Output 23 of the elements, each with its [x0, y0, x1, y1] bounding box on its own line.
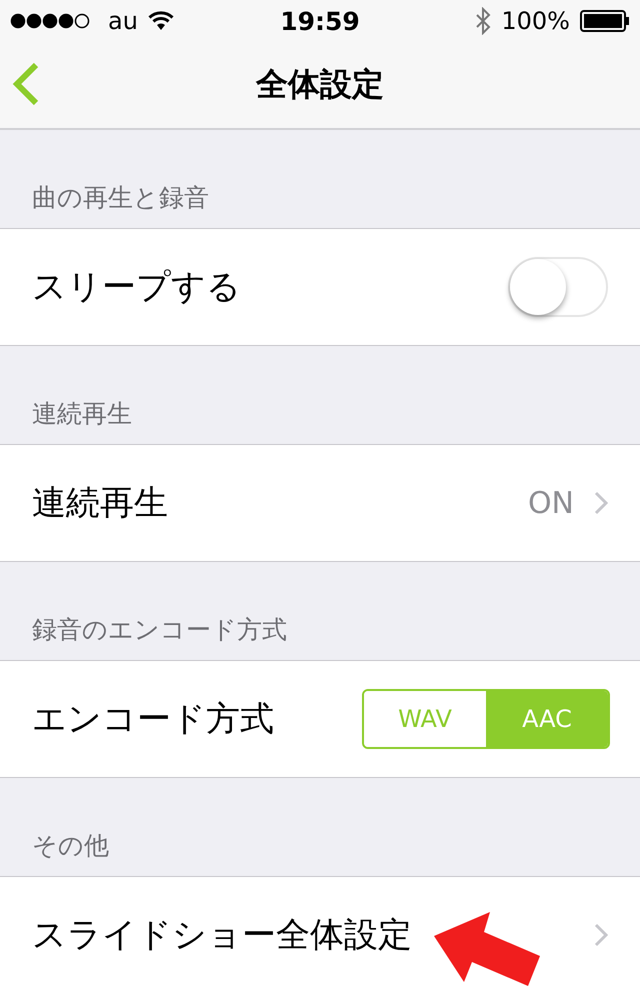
toggle-switch[interactable]	[508, 257, 608, 317]
row-label: スリープする	[32, 266, 241, 309]
settings-row[interactable]: スライドショー全体設定	[0, 876, 640, 992]
wifi-icon	[148, 11, 174, 31]
section-header: 曲の再生と録音	[32, 182, 209, 214]
battery-percent: 100%	[501, 7, 570, 35]
settings-row[interactable]: 連続再生 ON	[0, 444, 640, 562]
screen-title: 全体設定	[256, 64, 384, 105]
carrier-name: au	[108, 7, 138, 35]
section-header: 連続再生	[32, 398, 132, 430]
bluetooth-icon	[475, 7, 492, 35]
status-time: 19:59	[280, 6, 360, 36]
chevron-icon	[594, 923, 608, 947]
chevron-icon	[594, 491, 608, 515]
section-header: その他	[32, 830, 109, 862]
row-label: エンコード方式	[32, 698, 274, 741]
signal-icon	[10, 13, 92, 29]
battery-icon	[580, 10, 630, 32]
row-label: 連続再生	[32, 482, 168, 525]
row-value: ON	[528, 486, 574, 520]
section-header: 録音のエンコード方式	[32, 614, 287, 646]
back-chevron-icon	[12, 62, 40, 106]
row-label: スライドショー全体設定	[32, 914, 412, 957]
